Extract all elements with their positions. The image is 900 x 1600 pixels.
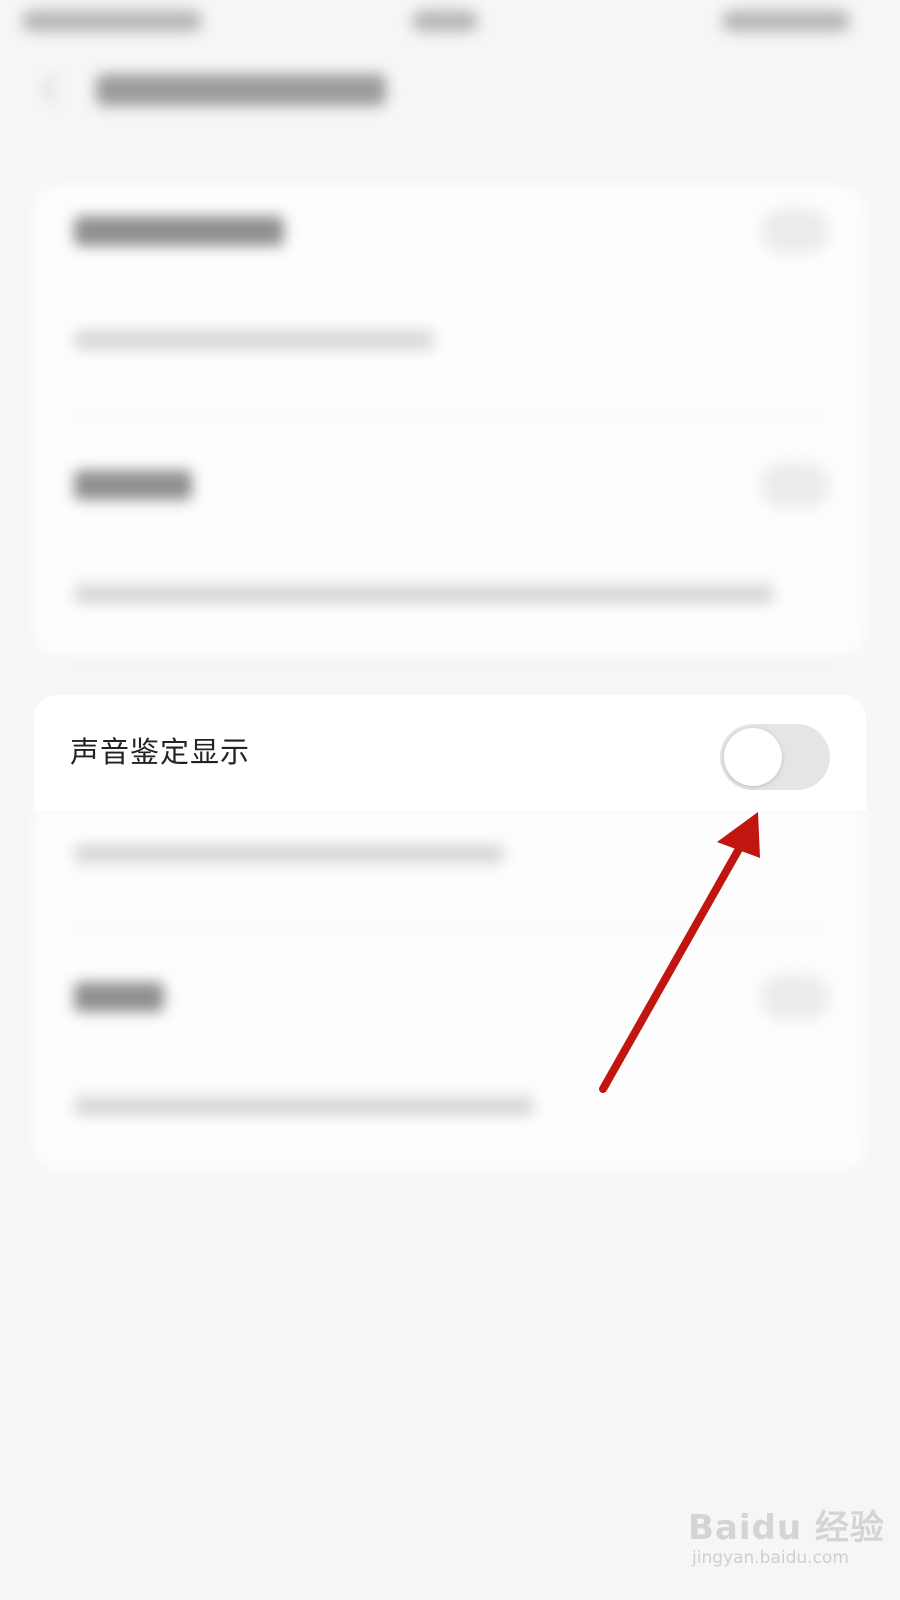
toggle-knob — [724, 728, 782, 786]
settings-card-bottom — [34, 810, 866, 1170]
settings-card-top — [34, 186, 866, 656]
setting-label: 声音鉴定显示 — [70, 735, 251, 769]
voice-appraisal-setting-row: 声音鉴定显示 — [34, 695, 866, 811]
voice-appraisal-toggle[interactable] — [720, 724, 830, 790]
watermark-logo: Baidu 经验 — [688, 1508, 885, 1548]
back-arrow-icon[interactable] — [41, 73, 72, 104]
header — [0, 60, 900, 130]
watermark: Baidu 经验 jingyan.baidu.com — [688, 1500, 884, 1580]
watermark-url: jingyan.baidu.com — [692, 1548, 849, 1568]
status-bar — [0, 0, 900, 48]
page-title — [96, 74, 386, 106]
